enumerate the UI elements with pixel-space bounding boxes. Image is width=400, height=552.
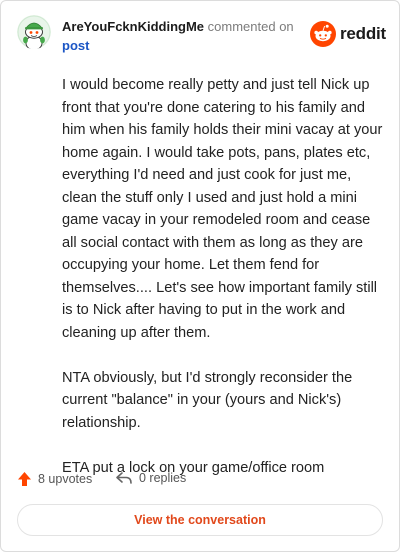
comment-paragraph: NTA obviously, but I'd strongly reconsid… [62,369,353,431]
comment-action-text: commented on [207,19,294,34]
comment-actions: 8 upvotes 0 replies [17,471,387,491]
reply-arrow-icon [116,472,132,484]
username-link[interactable]: AreYouFcknKiddingMe [62,19,204,34]
reddit-wordmark: reddit [340,24,387,43]
comment-header: AreYouFcknKiddingMe commented on post [62,17,302,55]
upvote-button[interactable]: 8 upvotes [17,471,92,487]
user-avatar[interactable] [17,15,51,49]
comment-card: AreYouFcknKiddingMe commented on post re… [0,0,400,552]
replies-button[interactable]: 0 replies [115,471,186,485]
snoo-avatar-icon [17,15,51,49]
view-conversation-button[interactable]: View the conversation [17,504,383,536]
comment-body: I would become really petty and just tel… [62,74,384,502]
upvote-count: 8 upvotes [38,472,93,486]
comment-paragraph: I would become really petty and just tel… [62,77,383,341]
reddit-snoo-icon [310,21,336,47]
upvote-arrow-icon [18,472,31,486]
post-link[interactable]: post [62,38,89,53]
replies-count: 0 replies [139,471,187,485]
reddit-logo[interactable]: reddit [310,21,386,47]
